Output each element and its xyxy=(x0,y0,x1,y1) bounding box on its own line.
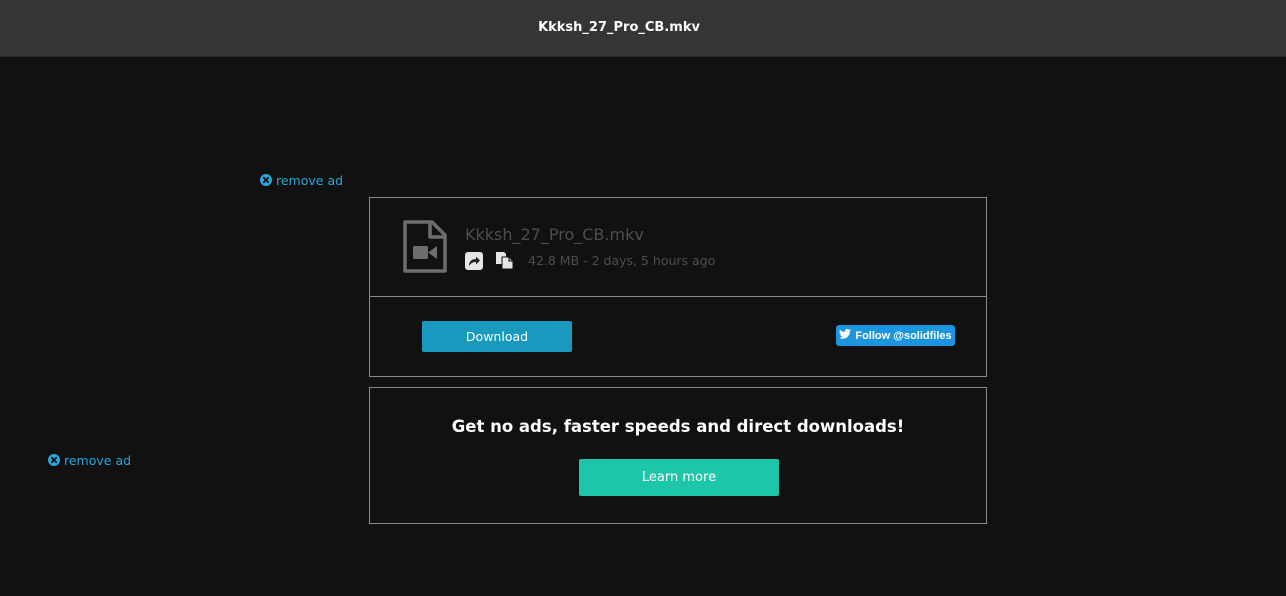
file-tools xyxy=(465,251,514,274)
twitter-follow-label: Follow @solidfiles xyxy=(855,329,952,342)
download-panel: Download Follow @solidfiles xyxy=(369,296,987,377)
close-circle-icon xyxy=(260,174,272,186)
learn-more-button[interactable]: Learn more xyxy=(579,459,779,496)
twitter-bird-icon xyxy=(839,329,852,342)
top-bar: Kkksh_27_Pro_CB.mkv xyxy=(0,0,1286,57)
copy-icon[interactable] xyxy=(495,251,514,274)
share-icon[interactable] xyxy=(465,251,483,274)
twitter-follow-button[interactable]: Follow @solidfiles xyxy=(836,325,955,346)
remove-ad-label: remove ad xyxy=(276,172,344,188)
promo-heading: Get no ads, faster speeds and direct dow… xyxy=(451,417,905,436)
remove-ad-link-side[interactable]: remove ad xyxy=(48,452,131,468)
remove-ad-label: remove ad xyxy=(64,452,132,468)
premium-promo-panel: Get no ads, faster speeds and direct dow… xyxy=(369,387,987,524)
file-info-panel: Kkksh_27_Pro_CB.mkv 42.8 MB - 2 days, 5 … xyxy=(369,197,987,297)
download-button[interactable]: Download xyxy=(422,321,572,352)
file-name: Kkksh_27_Pro_CB.mkv xyxy=(465,225,644,244)
page-title: Kkksh_27_Pro_CB.mkv xyxy=(538,20,700,35)
file-meta: 42.8 MB - 2 days, 5 hours ago xyxy=(528,253,716,268)
remove-ad-link-top[interactable]: remove ad xyxy=(260,172,343,188)
close-circle-icon xyxy=(48,454,60,466)
video-file-icon xyxy=(402,220,448,278)
